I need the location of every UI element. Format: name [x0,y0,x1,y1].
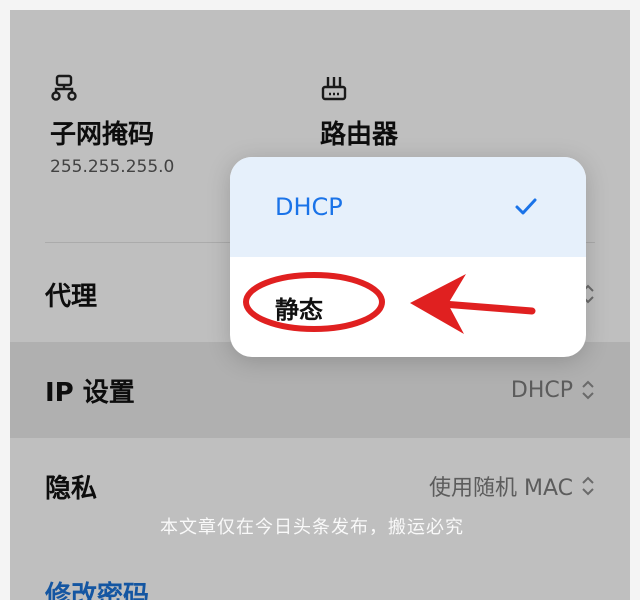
subnet-mask-label: 子网掩码 [50,120,155,150]
privacy-value-text: 使用随机 MAC [429,476,573,501]
router-label: 路由器 [320,120,399,150]
privacy-label: 隐私 [45,473,98,504]
privacy-row[interactable]: 隐私 使用随机 MAC [10,438,630,534]
ip-settings-label: IP 设置 [45,377,135,408]
up-down-chevron-icon [582,476,594,496]
router-block: 路由器 [320,74,398,151]
ip-settings-dropdown: DHCP 静态 [230,157,586,357]
subnet-mask-value: 255.255.255.0 [50,157,175,177]
up-down-chevron-icon [582,380,594,400]
router-icon [321,77,347,101]
dropdown-option-label: DHCP [275,193,343,221]
network-icon [51,74,77,101]
privacy-value: 使用随机 MAC [429,470,595,502]
dropdown-option-dhcp[interactable]: DHCP [230,157,586,257]
dropdown-option-static[interactable]: 静态 [230,257,586,357]
checkmark-icon [515,198,537,215]
ip-settings-value-text: DHCP [510,377,573,403]
ip-settings-value: DHCP [511,378,595,403]
subnet-mask-block: 子网掩码 255.255.255.0 [50,74,174,177]
change-password-link[interactable]: 修改密码 [45,575,149,600]
dropdown-option-label: 静态 [275,295,323,324]
